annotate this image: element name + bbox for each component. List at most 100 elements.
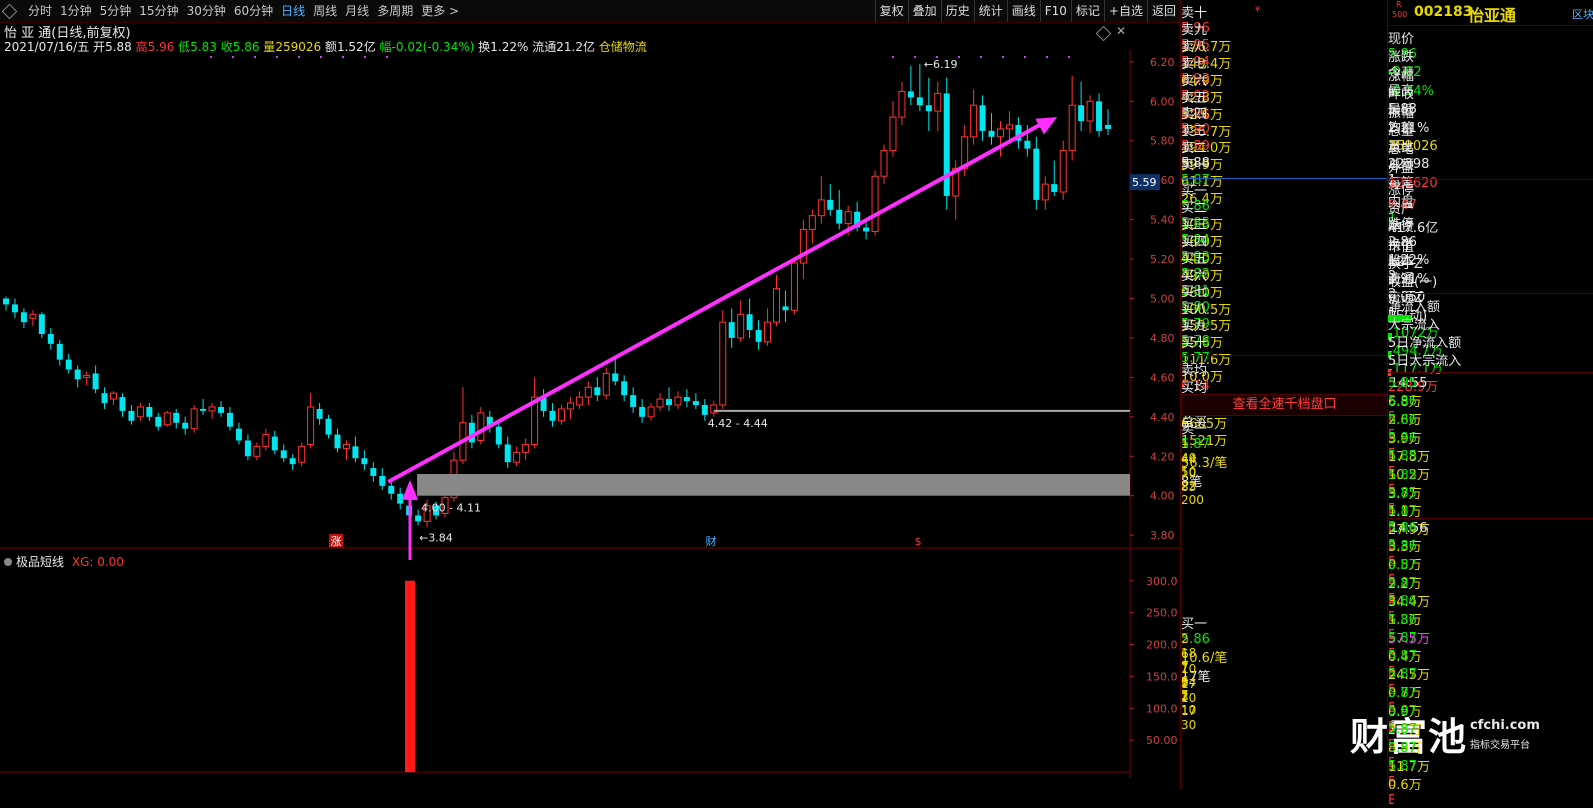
period-tab-6[interactable]: 日线	[277, 0, 309, 22]
tick-price: 5.87	[1388, 758, 1417, 774]
toolbar-button-3[interactable]: 统计	[973, 0, 1007, 22]
queue-cell: 6	[1181, 647, 1189, 661]
candle-body	[128, 410, 135, 421]
flow-label: 净流入额	[1388, 300, 1441, 315]
sector-tab[interactable]: 区块	[1572, 6, 1593, 22]
toolbar-button-1[interactable]: 叠加	[907, 0, 941, 22]
tick-row-b-2: 5.87 2.2万 B	[1388, 558, 1593, 607]
tick-row-a-6: 5.85 1.1万 B	[1388, 486, 1593, 535]
period-tab-5[interactable]: 60分钟	[230, 0, 277, 22]
candle-body	[692, 401, 699, 405]
candle-body	[549, 410, 556, 421]
quote-row-13: 收益(一)0.050PE(动)	[1388, 271, 1593, 324]
candle-body	[988, 130, 995, 137]
low-annotation: ←3.84	[419, 531, 453, 544]
quote-label: 换手	[1388, 238, 1415, 254]
period-tab-2[interactable]: 5分钟	[96, 0, 136, 22]
toolbar-button-6[interactable]: 标记	[1070, 0, 1104, 22]
candle-body	[262, 434, 270, 447]
candle-body	[889, 116, 897, 152]
tick-row-a-3: 5.86 17.8万 B	[1388, 431, 1593, 480]
r-badge: R	[1396, 0, 1402, 9]
candle-body	[388, 485, 395, 494]
quote-label: 涨停	[1388, 183, 1415, 199]
tick-volume: 0.6万	[1388, 777, 1422, 793]
candle-body	[782, 306, 789, 311]
event-marker-0[interactable]: 涨	[331, 535, 342, 548]
candle-body	[1059, 150, 1067, 193]
close-icon[interactable]: ✕	[1116, 24, 1126, 38]
quote-label: 收益(一)	[1388, 275, 1438, 291]
candle-body	[764, 321, 772, 343]
ytick-label-7: 4.80	[1150, 332, 1175, 345]
tick-row-b-10: 5.87 2.6万 B	[1388, 704, 1593, 753]
toolbar-button-7[interactable]: +自选	[1103, 0, 1147, 22]
toolbar-button-5[interactable]: F10	[1039, 0, 1071, 22]
candle-body	[773, 288, 781, 323]
period-tab-7[interactable]: 周线	[309, 0, 341, 22]
toolbar-button-8[interactable]: 返回	[1146, 0, 1180, 22]
tick-row-b-9: 5.87 0.9万 B	[1388, 686, 1593, 735]
diamond-icon[interactable]	[1095, 25, 1112, 42]
candle-body	[200, 408, 207, 411]
indicator-toggle-icon[interactable]	[4, 558, 12, 566]
ask-row-2: 卖八 5.94 64.9万	[1181, 36, 1388, 89]
ytick-label-9: 4.40	[1150, 411, 1175, 424]
period-tab-1[interactable]: 1分钟	[56, 0, 96, 22]
ask-row-0: 卖十 5.96 176.7万	[1181, 2, 1388, 55]
indicator-name[interactable]: 极品短线	[16, 555, 64, 569]
bid-row-6: 买七 5.80 159.5万	[1181, 281, 1388, 334]
current-price-value: 5.59	[1132, 176, 1157, 189]
signal-dot	[980, 56, 982, 58]
toolbar-button-0[interactable]: 复权	[874, 0, 908, 22]
ask-avg-row: 卖均6.14总卖6605万	[1181, 360, 1388, 432]
ask-row-3: 卖七 5.93 42.8万	[1181, 53, 1388, 106]
divider	[1388, 25, 1593, 26]
bid-row-5: 买六 5.81 100.5万	[1181, 265, 1388, 318]
quote-row-9: 资产 417.6亿 市值 12	[1388, 198, 1593, 270]
period-tab-8[interactable]: 月线	[341, 0, 373, 22]
candle-body	[163, 412, 171, 426]
tick-row-b-4: 5.86 1.3万 B	[1388, 594, 1593, 643]
candle-body	[790, 262, 798, 311]
queue-cell: 44	[1181, 452, 1197, 466]
tick-row-a-4: 5.85 10.2万 B	[1388, 449, 1593, 498]
quote-row-2: 涨幅 -0.34% 最低	[1388, 65, 1593, 118]
ask-label: 卖一	[1181, 158, 1208, 174]
fast-orderbook-button[interactable]: 查看全速千档盘口	[1181, 394, 1388, 416]
tick-price: 5.87	[1388, 630, 1417, 646]
candle-body	[584, 386, 592, 398]
period-tab-0[interactable]: 分时	[24, 0, 56, 22]
toolbar-button-2[interactable]: 历史	[940, 0, 974, 22]
bid1-queue-row: 17 10	[1181, 677, 1388, 705]
period-tab-10[interactable]: 更多 >	[417, 0, 463, 22]
candle-body	[594, 387, 601, 396]
period-tab-4[interactable]: 30分钟	[183, 0, 230, 22]
event-marker-2[interactable]: $	[915, 535, 922, 548]
period-tab-3[interactable]: 15分钟	[135, 0, 182, 22]
tick-row-b-7: 5.87 24.5万 B	[1388, 649, 1593, 698]
quote-label: 涨跌	[1388, 50, 1415, 66]
quote-row-5: 总量 259026 总额 1	[1388, 120, 1593, 188]
orderbook-divider	[1181, 178, 1388, 179]
tick-price: 5.87	[1388, 649, 1417, 665]
tick-row-b-5: 5.86 57.5万 B	[1388, 613, 1593, 662]
toolbar-button-4[interactable]: 画线	[1006, 0, 1040, 22]
ytick-label-1: 6.00	[1150, 95, 1175, 108]
period-tab-9[interactable]: 多周期	[373, 0, 417, 22]
tick-side: B	[1388, 792, 1394, 808]
quote-row-10: 净资 2.86 股本 2	[1388, 216, 1593, 284]
menu-diamond-icon[interactable]	[1, 3, 18, 20]
candle-body	[799, 228, 807, 264]
ytick-label-10: 4.20	[1150, 450, 1175, 463]
quote-row-1: 涨跌 -0.02 最高	[1388, 46, 1593, 99]
candle-body	[934, 92, 942, 112]
candle-body	[280, 450, 287, 459]
quote-label: 换手Z	[1388, 256, 1423, 272]
candle-body	[83, 374, 91, 378]
period-tabs: 分时 1分钟 5分钟 15分钟 30分钟 60分钟 日线 周线 月线 多周期 更多 >	[24, 0, 463, 22]
event-marker-1[interactable]: 财	[706, 534, 717, 548]
period-toolbar: 分时 1分钟 5分钟 15分钟 30分钟 60分钟 日线 周线 月线 多周期 更多 > 复权 叠加 历史…	[0, 0, 1180, 23]
divider	[1388, 372, 1593, 373]
divider	[1388, 293, 1593, 294]
